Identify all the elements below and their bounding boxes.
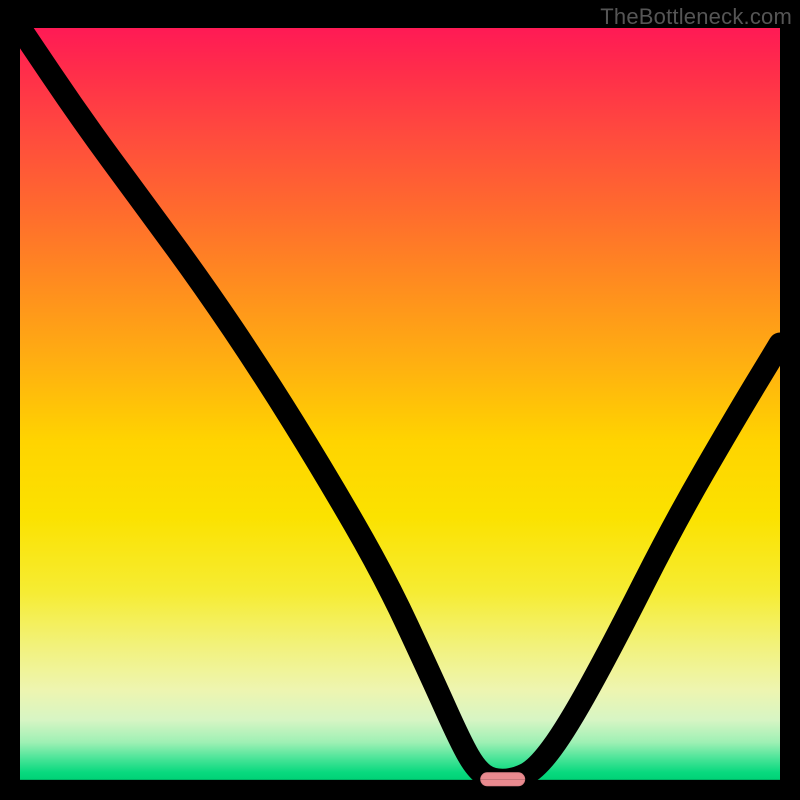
attribution-label: TheBottleneck.com <box>600 4 792 30</box>
chart-frame: TheBottleneck.com <box>0 0 800 800</box>
plot-inner <box>20 28 780 780</box>
baseline <box>20 779 780 780</box>
plot-area <box>20 28 780 780</box>
bottleneck-curve <box>20 28 780 780</box>
